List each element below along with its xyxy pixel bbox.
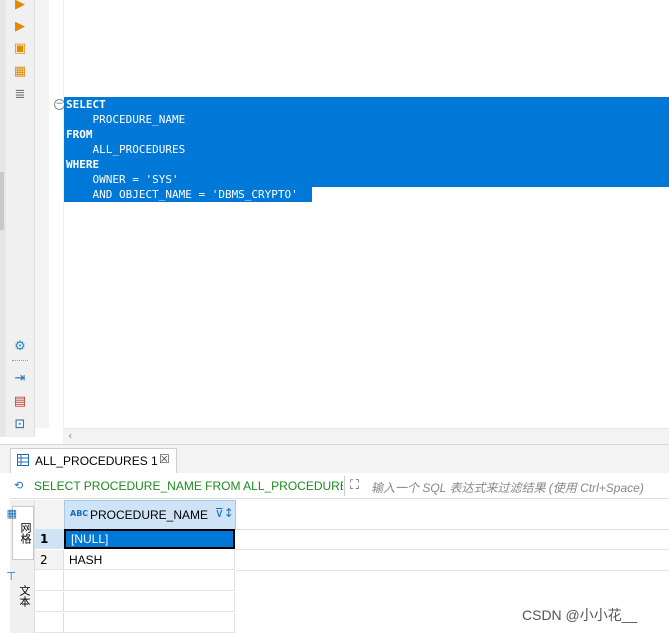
table-icon [17,454,29,466]
sql-keyword: SELECT [66,98,106,111]
variables-icon[interactable]: ⊡ [12,416,28,432]
export-icon[interactable]: ⇥ [12,370,28,386]
code-line[interactable]: FROM [66,127,298,142]
empty-row [35,571,669,592]
row-empty-space [235,529,669,550]
tab-all-procedures[interactable]: ALL_PROCEDURES 1 ☒ [10,448,177,473]
row-number[interactable]: 2 [35,550,64,570]
tab-text-label: 文本 [18,585,31,607]
grid-icon: ▦ [6,507,17,520]
close-icon[interactable]: ☒ [159,452,170,466]
filter-bar: ⟲ SELECT PROCEDURE_NAME FROM ALL_PROCEDU… [10,474,669,499]
sql-text: PROCEDURE_NAME [66,113,186,126]
table-row[interactable]: 1 [NULL] [35,529,669,550]
editor-fold-gutter [49,0,64,428]
column-header-label: PROCEDURE_NAME [90,508,209,522]
text-icon: ⊤ [6,570,16,583]
empty-row-number [35,592,64,612]
sql-text: ALL_PROCEDURES [66,143,186,156]
string-type-icon: ABC [70,509,89,518]
sql-keyword: WHERE [66,158,100,171]
toolbar-scroll-marker [0,172,4,230]
execute-script-icon[interactable]: ▣ [12,40,28,56]
empty-cell [64,613,235,633]
scroll-left-icon[interactable]: ‹ [68,429,72,442]
empty-row-number [35,613,64,633]
header-empty-space [236,500,669,530]
tab-label: ALL_PROCEDURES 1 [35,454,158,468]
table-row[interactable]: 2 HASH [35,550,669,571]
row-number[interactable]: 1 [35,529,64,549]
execute-script-new-tab-icon[interactable]: ▦ [12,63,28,79]
column-header-procedure-name[interactable]: ABC PROCEDURE_NAME ⊽↕ [64,500,236,530]
code-line[interactable]: PROCEDURE_NAME [66,112,298,127]
filter-separator [344,476,345,496]
empty-row-number [35,571,64,591]
grid-corner[interactable] [35,500,65,530]
toolbar-separator [12,360,28,361]
sql-query-icon: ⟲ [14,479,24,492]
editor-side-toolbar: ▶ ▶ ▣ ▦ ≣ ⚙ ⇥ ▤ ⊡ [0,0,35,437]
row-empty-space [235,550,669,571]
sql-text: OWNER = 'SYS' [66,173,179,186]
editor-horizontal-scrollbar[interactable]: ‹ [63,428,669,445]
execute-icon[interactable]: ▶ [12,0,28,12]
empty-cell [64,571,235,591]
tab-grid[interactable]: 网格 ▦ [7,506,34,560]
empty-cell [64,592,235,612]
result-view-switcher: 网格 ▦ 文本 ⊤ [6,500,35,633]
watermark: CSDN @小小花__ [522,607,638,623]
code-line[interactable]: WHERE [66,157,298,172]
settings-gear-icon[interactable]: ⚙ [12,338,28,354]
filter-input[interactable]: 输入一个 SQL 表达式来过滤结果 (使用 Ctrl+Space) [371,479,644,496]
expand-filter-icon[interactable]: ⛶ [350,478,359,493]
sort-filter-icon[interactable]: ⊽↕ [215,506,234,520]
table-cell[interactable]: HASH [64,550,235,570]
execute-in-new-tab-icon[interactable]: ▶ [12,18,28,34]
current-query-text[interactable]: SELECT PROCEDURE_NAME FROM ALL_PROCEDURE… [34,479,343,493]
code-line[interactable]: SELECT [66,97,298,112]
code-line[interactable]: AND OBJECT_NAME = 'DBMS_CRYPTO' [66,187,298,202]
code-line[interactable]: OWNER = 'SYS' [66,172,298,187]
explain-plan-icon[interactable]: ≣ [12,86,28,102]
sql-editor-text[interactable]: SELECT PROCEDURE_NAME FROM ALL_PROCEDURES… [66,97,298,202]
editor-gutter [35,0,49,428]
code-line[interactable]: ALL_PROCEDURES [66,142,298,157]
tab-grid-label: 网格 [19,522,32,544]
sql-keyword: FROM [66,128,93,141]
sql-text: AND OBJECT_NAME = 'DBMS_CRYPTO' [66,188,298,201]
file-delete-icon[interactable]: ▤ [12,393,28,409]
tab-text[interactable]: 文本 ⊤ [6,570,32,622]
table-cell[interactable]: [NULL] [64,529,235,549]
